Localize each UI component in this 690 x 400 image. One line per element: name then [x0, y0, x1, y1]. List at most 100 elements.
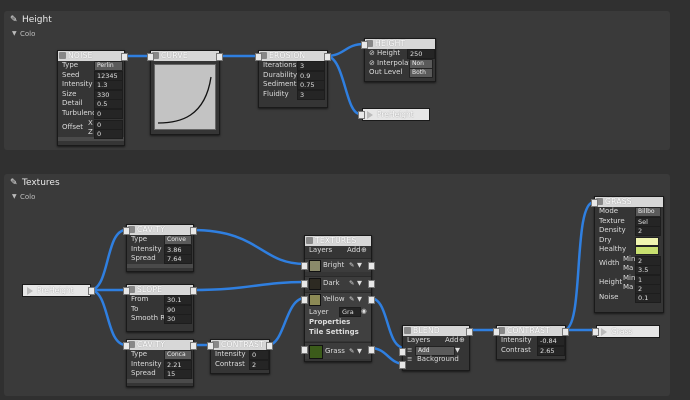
target-icon[interactable]: ◉ — [361, 307, 367, 315]
iterations-field[interactable]: 3 — [297, 61, 325, 71]
grass-node[interactable]: GRASS Mode Billbo Texture Sel Density 2 Dry… — [591, 196, 664, 313]
edit-icon[interactable]: ✎ — [349, 295, 354, 303]
input-port[interactable] — [207, 342, 214, 350]
drag-handle-icon[interactable]: ≡ — [407, 346, 412, 356]
edit-icon[interactable]: ✎ — [349, 347, 354, 355]
node-header[interactable]: NOISE — [58, 51, 124, 61]
input-port[interactable] — [123, 227, 130, 235]
intensity-field[interactable]: 3.86 — [164, 244, 192, 255]
layer-item-yellow-expanded[interactable]: Yellow ✎ ▼ Layer Gra ◉ Properties Tile S… — [305, 292, 371, 341]
output-port[interactable] — [368, 280, 375, 288]
from-field[interactable]: 30.1 — [164, 295, 192, 305]
edit-icon[interactable]: ✎ — [349, 261, 354, 269]
cavity-node[interactable]: CAVITY Type Conve Intensity 3.86 Spread 7.6… — [123, 224, 197, 272]
preheight-input-node[interactable]: PreHeight — [22, 284, 95, 297]
input-port[interactable] — [301, 262, 308, 270]
intensity-field[interactable]: 0 — [249, 350, 269, 360]
textures-node[interactable]: TEXTURES Layers Add ⊕ Bright ✎ ▼ Dark ✎ ▼ … — [301, 235, 375, 362]
node-header[interactable]: BLEND — [403, 326, 469, 336]
node-header[interactable]: CAVITY — [127, 340, 193, 350]
output-port[interactable] — [368, 262, 375, 270]
node-header[interactable]: CURVE — [151, 51, 219, 61]
mode-dropdown[interactable]: Billbo — [635, 207, 661, 217]
contrast-node[interactable]: CONTRAST Intensity 0 Contrast 2 — [207, 339, 273, 374]
spread-field[interactable]: 15 — [164, 369, 192, 380]
input-port[interactable] — [301, 280, 308, 288]
type-dropdown[interactable]: Conca — [164, 350, 192, 360]
seed-field[interactable]: 12345 — [94, 70, 123, 81]
intensity-field[interactable]: 1.3 — [94, 80, 123, 91]
intensity-field[interactable]: -0.84 — [537, 336, 565, 346]
texture-field[interactable]: Sel — [635, 216, 661, 227]
output-port[interactable] — [368, 296, 375, 304]
node-header[interactable]: CONTRAST — [497, 326, 565, 336]
input-port[interactable] — [493, 328, 500, 336]
contrast-node[interactable]: CONTRAST Intensity -0.84 Contrast 2.65 — [493, 325, 569, 360]
curve-node[interactable]: CURVE — [147, 50, 223, 135]
noise-field[interactable]: 0.1 — [635, 292, 661, 303]
output-port[interactable] — [121, 53, 128, 61]
input-port[interactable] — [147, 53, 154, 61]
node-header[interactable]: EROSION — [259, 51, 327, 61]
add-label[interactable]: Add — [445, 336, 459, 346]
outlevel-dropdown[interactable]: Both — [409, 68, 433, 79]
layer-item-grass[interactable]: Grass ✎ ▼ — [305, 342, 371, 359]
spread-field[interactable]: 7.64 — [164, 254, 192, 265]
output-port[interactable] — [216, 53, 223, 61]
input-port[interactable] — [399, 361, 406, 369]
to-field[interactable]: 90 — [164, 304, 192, 315]
output-port[interactable] — [190, 287, 197, 295]
grass-output-node[interactable]: Grass — [592, 325, 660, 338]
slope-node[interactable]: SLOPE From 30.1 To 90 Smooth Ra 30 — [123, 284, 197, 332]
link-icon[interactable]: ⊘ — [369, 59, 375, 69]
chevron-down-icon[interactable]: ▼ — [357, 295, 362, 303]
output-port[interactable] — [324, 53, 331, 61]
height-output-node[interactable]: HEIGHT ⊘ Height 250 ⊘ Interpolat Non Out Lev… — [361, 38, 436, 82]
size-field[interactable]: 330 — [94, 89, 123, 100]
input-port[interactable] — [591, 199, 598, 207]
add-circle-icon[interactable]: ⊕ — [459, 336, 465, 346]
node-header[interactable]: HEIGHT — [365, 39, 435, 49]
output-port[interactable] — [88, 287, 95, 295]
erosion-node[interactable]: EROSION Iterations 3 Durability 0.9 Sedime… — [255, 50, 331, 108]
chevron-down-icon[interactable]: ▼ — [357, 347, 362, 355]
type-dropdown[interactable]: Conve — [164, 235, 192, 245]
input-port[interactable] — [255, 53, 262, 61]
drag-handle-icon[interactable]: ≡ — [407, 355, 412, 365]
input-port[interactable] — [358, 111, 365, 119]
input-port[interactable] — [123, 287, 130, 295]
layer-field[interactable]: Gra — [339, 307, 361, 317]
density-field[interactable]: 2 — [635, 226, 661, 237]
durability-field[interactable]: 0.9 — [297, 70, 325, 81]
node-header[interactable]: CONTRAST — [211, 340, 269, 350]
output-port[interactable] — [190, 227, 197, 235]
input-port[interactable] — [399, 348, 406, 356]
input-port[interactable] — [361, 41, 368, 49]
detail-field[interactable]: 0.5 — [94, 99, 123, 110]
blend-node[interactable]: BLEND Layers Add ⊕ ≡ Add ▼ ≡ Background — [399, 325, 473, 371]
noise-node[interactable]: NOISE Type Perlin Seed 12345 Intensity 1.3 … — [57, 50, 128, 146]
turbulence-field[interactable]: 0 — [94, 108, 123, 119]
output-port[interactable] — [562, 328, 569, 336]
tile-settings-foldout[interactable]: Tile Settings — [309, 328, 359, 336]
interpolation-dropdown[interactable]: Non — [409, 58, 433, 69]
node-header[interactable]: GRASS — [595, 197, 663, 207]
blend-mode-dropdown[interactable]: Add — [415, 345, 455, 356]
offset-z-field[interactable]: 0 — [94, 128, 123, 139]
chevron-down-icon[interactable]: ▼ — [357, 261, 362, 269]
output-port[interactable] — [190, 342, 197, 350]
sediment-field[interactable]: 0.75 — [297, 80, 325, 91]
preheight-output-node[interactable]: PreHeight — [358, 108, 430, 121]
input-port[interactable] — [123, 342, 130, 350]
height-field[interactable]: 250 — [407, 49, 435, 59]
input-port[interactable] — [592, 328, 599, 336]
cavity-node[interactable]: CAVITY Type Conca Intensity 2.21 Spread 15 — [123, 339, 197, 387]
intensity-field[interactable]: 2.21 — [164, 359, 192, 370]
add-label[interactable]: Add — [347, 246, 361, 256]
node-header[interactable]: SLOPE — [127, 285, 193, 295]
add-circle-icon[interactable]: ⊕ — [361, 246, 367, 256]
contrast-field[interactable]: 2.65 — [537, 345, 565, 356]
layer-item-dark[interactable]: Dark ✎ ▼ — [305, 276, 371, 290]
output-port[interactable] — [266, 342, 273, 350]
output-port[interactable] — [466, 328, 473, 336]
